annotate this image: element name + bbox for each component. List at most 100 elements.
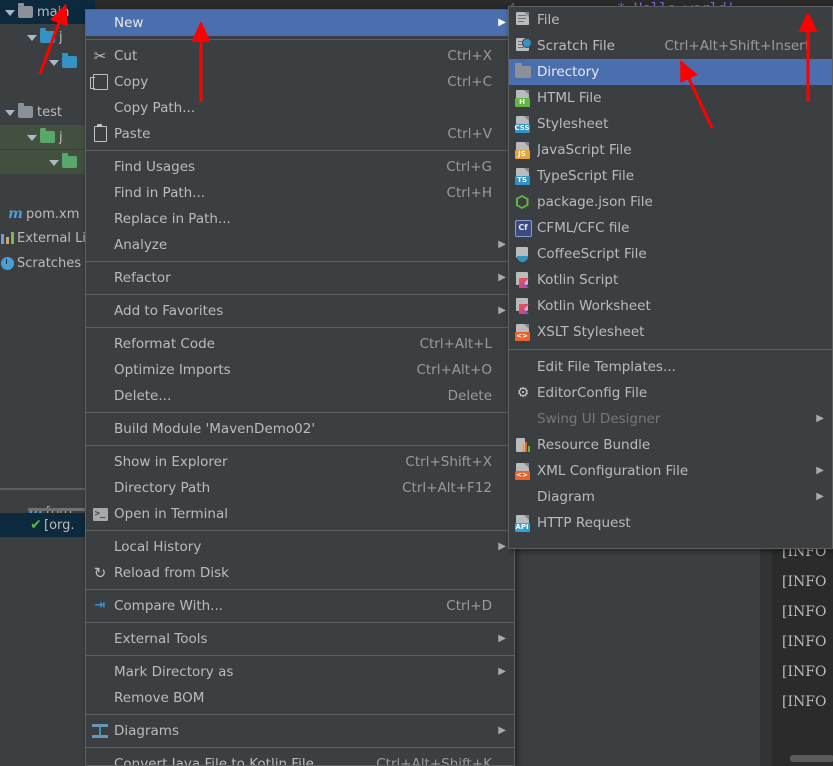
- empty-icon-slot: [86, 751, 114, 765]
- console-line: [INFO: [782, 694, 827, 710]
- menu-item-label: Replace in Path...: [114, 211, 231, 227]
- menu-item-label: XSLT Stylesheet: [537, 324, 645, 340]
- tree-node-pom-xml[interactable]: m pom.xm: [0, 202, 95, 226]
- menu-item-open-in-terminal[interactable]: >_ Open in Terminal: [86, 501, 514, 527]
- maven-icon: m: [8, 206, 23, 222]
- menu-separator: [86, 412, 514, 413]
- chevron-down-icon[interactable]: [4, 7, 15, 18]
- submenu-arrow-icon: ▶: [498, 666, 506, 677]
- menu-item-label: Compare With...: [114, 598, 224, 614]
- menu-item-refactor[interactable]: Refactor ▶: [86, 265, 514, 291]
- submenu-item-swing-ui-designer[interactable]: Swing UI Designer ▶: [509, 406, 832, 432]
- tree-node-java-test[interactable]: j: [0, 125, 95, 149]
- submenu-item-kotlin-worksheet[interactable]: Kotlin Worksheet: [509, 293, 832, 319]
- chevron-down-icon[interactable]: [4, 107, 15, 118]
- tree-node-main[interactable]: main: [0, 0, 95, 24]
- submenu-item-resource-bundle[interactable]: Resource Bundle: [509, 432, 832, 458]
- menu-item-new[interactable]: New ▶: [86, 10, 514, 36]
- tree-node-pkg-main[interactable]: [0, 50, 95, 74]
- menu-item-optimize-imports[interactable]: Optimize Imports Ctrl+Alt+O: [86, 357, 514, 383]
- http-request-icon: API: [509, 510, 537, 536]
- menu-item-compare-with[interactable]: ⇥ Compare With... Ctrl+D: [86, 593, 514, 619]
- menu-item-mark-directory-as[interactable]: Mark Directory as ▶: [86, 659, 514, 685]
- tree-node-pkg-test[interactable]: [0, 150, 95, 174]
- submenu-item-package-json-file[interactable]: JS package.json File: [509, 189, 832, 215]
- submenu-item-xslt-stylesheet[interactable]: <> XSLT Stylesheet: [509, 319, 832, 345]
- file-icon: [509, 7, 537, 33]
- menu-item-local-history[interactable]: Local History ▶: [86, 534, 514, 560]
- menu-item-label: Diagrams: [114, 723, 179, 739]
- submenu-item-scratch-file[interactable]: Scratch File Ctrl+Alt+Shift+Insert: [509, 33, 832, 59]
- menu-item-replace-in-path[interactable]: Replace in Path...: [86, 206, 514, 232]
- menu-item-directory-path[interactable]: Directory Path Ctrl+Alt+F12: [86, 475, 514, 501]
- empty-icon-slot: [86, 626, 114, 652]
- menu-item-find-in-path[interactable]: Find in Path... Ctrl+H: [86, 180, 514, 206]
- menu-item-show-in-explorer[interactable]: Show in Explorer Ctrl+Shift+X: [86, 449, 514, 475]
- tree-node-external-libraries[interactable]: External Li: [0, 226, 95, 250]
- menu-item-external-tools[interactable]: External Tools ▶: [86, 626, 514, 652]
- tree-node-java-main[interactable]: j: [0, 25, 95, 49]
- chevron-down-icon[interactable]: [26, 32, 37, 43]
- submenu-item-cfml-cfc-file[interactable]: Cf CFML/CFC file: [509, 215, 832, 241]
- tree-node-test[interactable]: test: [0, 100, 95, 124]
- menu-item-copy-path[interactable]: Copy Path...: [86, 95, 514, 121]
- menu-item-delete[interactable]: Delete... Delete: [86, 383, 514, 409]
- submenu-item-coffeescript-file[interactable]: CoffeeScript File: [509, 241, 832, 267]
- folder-blue-icon: [40, 28, 55, 43]
- test-band-filler: [0, 175, 95, 199]
- menu-item-label: EditorConfig File: [537, 385, 648, 401]
- menu-item-label: Copy Path...: [114, 100, 196, 116]
- menu-item-add-to-favorites[interactable]: Add to Favorites ▶: [86, 298, 514, 324]
- empty-icon-slot: [86, 449, 114, 475]
- submenu-item-file[interactable]: File: [509, 7, 832, 33]
- menu-item-label: Find Usages: [114, 159, 196, 175]
- menu-item-paste[interactable]: Paste Ctrl+V: [86, 121, 514, 147]
- menu-item-reformat-code[interactable]: Reformat Code Ctrl+Alt+L: [86, 331, 514, 357]
- submenu-item-editorconfig-file[interactable]: ⚙ EditorConfig File: [509, 380, 832, 406]
- menu-item-label: Reload from Disk: [114, 565, 229, 581]
- submenu-item-http-request[interactable]: API HTTP Request: [509, 510, 832, 536]
- menu-item-build-module[interactable]: Build Module 'MavenDemo02': [86, 416, 514, 442]
- submenu-item-javascript-file[interactable]: JS JavaScript File: [509, 137, 832, 163]
- tree-node-scratches[interactable]: Scratches: [0, 251, 95, 275]
- chevron-down-icon[interactable]: [48, 57, 59, 68]
- submenu-item-diagram[interactable]: Diagram ▶: [509, 484, 832, 510]
- kotlin-icon: [509, 267, 537, 293]
- submenu-item-stylesheet[interactable]: CSS Stylesheet: [509, 111, 832, 137]
- ts-file-icon: TS: [509, 163, 537, 189]
- scratches-icon: [1, 256, 14, 270]
- menu-item-convert-java-to-kotlin[interactable]: Convert Java File to Kotlin File Ctrl+Al…: [86, 751, 514, 766]
- menu-item-reload-from-disk[interactable]: ↻ Reload from Disk: [86, 560, 514, 586]
- menu-item-label: External Tools: [114, 631, 208, 647]
- chevron-down-icon[interactable]: [26, 132, 37, 143]
- menu-item-label: File: [537, 12, 560, 28]
- project-context-menu[interactable]: New ▶ ✂ Cut Ctrl+X Copy Ctrl+C Copy Path…: [85, 9, 515, 766]
- chevron-down-icon[interactable]: [48, 157, 59, 168]
- menu-item-analyze[interactable]: Analyze ▶: [86, 232, 514, 258]
- menu-item-label: Analyze: [114, 237, 168, 253]
- project-tool-window[interactable]: main j test j m pom.xm External Li Scrat…: [0, 0, 95, 766]
- menu-item-label: Mark Directory as: [114, 664, 234, 680]
- menu-item-shortcut: Ctrl+Alt+Shift+K: [376, 756, 492, 766]
- tree-node-test-result-item[interactable]: ✔ [org.: [0, 513, 95, 537]
- menu-item-diagrams[interactable]: Diagrams ▶: [86, 718, 514, 744]
- new-submenu[interactable]: File Scratch File Ctrl+Alt+Shift+Insert …: [508, 6, 833, 549]
- menu-item-cut[interactable]: ✂ Cut Ctrl+X: [86, 43, 514, 69]
- empty-icon-slot: [86, 95, 114, 121]
- console-horizontal-scrollbar[interactable]: [790, 755, 833, 762]
- empty-icon-slot: [86, 232, 114, 258]
- submenu-item-typescript-file[interactable]: TS TypeScript File: [509, 163, 832, 189]
- run-console-panel[interactable]: [INFO [INFO [INFO [INFO [INFO [INFO: [760, 538, 833, 766]
- menu-item-find-usages[interactable]: Find Usages Ctrl+G: [86, 154, 514, 180]
- menu-item-remove-bom[interactable]: Remove BOM: [86, 685, 514, 711]
- submenu-item-edit-file-templates[interactable]: Edit File Templates...: [509, 354, 832, 380]
- menu-item-label: Kotlin Worksheet: [537, 298, 651, 314]
- empty-icon-slot: [86, 331, 114, 357]
- console-line: [INFO: [782, 574, 827, 590]
- menu-item-label: Local History: [114, 539, 202, 555]
- submenu-item-xml-configuration-file[interactable]: <> XML Configuration File ▶: [509, 458, 832, 484]
- submenu-item-kotlin-script[interactable]: Kotlin Script: [509, 267, 832, 293]
- submenu-item-directory[interactable]: Directory: [509, 59, 832, 85]
- submenu-item-html-file[interactable]: H HTML File: [509, 85, 832, 111]
- menu-item-copy[interactable]: Copy Ctrl+C: [86, 69, 514, 95]
